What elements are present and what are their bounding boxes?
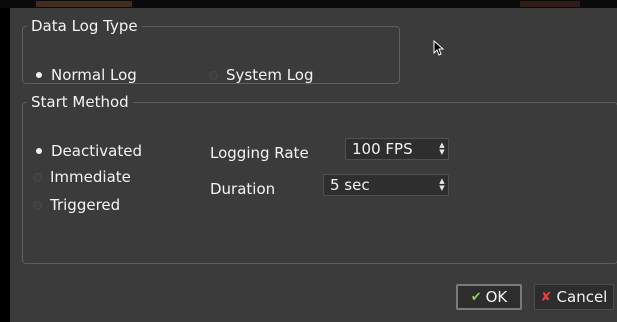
radio-deactivated[interactable]: Deactivated (33, 142, 142, 160)
data-log-type-title: Data Log Type (31, 17, 138, 35)
radio-system-log[interactable]: System Log (209, 66, 314, 84)
cancel-button[interactable]: ✘ Cancel (534, 284, 614, 310)
x-icon: ✘ (540, 289, 552, 305)
radio-normal-log-label: Normal Log (51, 66, 137, 84)
top-strip-decoration (520, 1, 580, 7)
duration-value: 5 sec (330, 176, 370, 194)
check-icon: ✔ (470, 289, 482, 305)
cancel-button-label: Cancel (556, 288, 608, 306)
logging-rate-value: 100 FPS (352, 140, 413, 158)
spin-down-icon[interactable]: ▼ (439, 149, 444, 156)
ok-button-label: OK (485, 288, 508, 306)
radio-normal-log[interactable]: Normal Log (33, 66, 137, 84)
radio-unselected-indicator (33, 200, 42, 210)
duration-spinbox[interactable]: 5 sec ▲ ▼ (323, 174, 449, 196)
radio-selected-indicator (36, 72, 42, 78)
radio-deactivated-label: Deactivated (51, 142, 142, 160)
logging-rate-spinbox[interactable]: 100 FPS ▲ ▼ (345, 138, 449, 160)
data-log-type-group: Data Log Type Normal Log System Log (22, 18, 400, 84)
logging-rate-label: Logging Rate (210, 144, 309, 162)
radio-immediate[interactable]: Immediate (33, 168, 131, 186)
start-method-group: Start Method Deactivated Immediate Trigg… (22, 94, 617, 264)
top-strip-decoration (36, 1, 132, 7)
window-top-strip (0, 0, 617, 8)
radio-selected-indicator (36, 148, 42, 154)
spinbox-arrows[interactable]: ▲ ▼ (436, 142, 448, 156)
radio-system-log-label: System Log (226, 66, 314, 84)
radio-triggered[interactable]: Triggered (33, 196, 120, 214)
start-method-title: Start Method (31, 93, 129, 111)
radio-unselected-indicator (209, 70, 218, 80)
radio-triggered-label: Triggered (50, 196, 121, 214)
spin-down-icon[interactable]: ▼ (439, 185, 444, 192)
ok-button[interactable]: ✔ OK (456, 284, 522, 310)
radio-immediate-label: Immediate (50, 168, 131, 186)
data-log-dialog: Data Log Type Normal Log System Log Star… (10, 8, 617, 322)
duration-label: Duration (210, 180, 276, 198)
radio-unselected-indicator (33, 172, 42, 182)
mouse-pointer-icon (433, 39, 445, 60)
spinbox-arrows[interactable]: ▲ ▼ (436, 178, 448, 192)
